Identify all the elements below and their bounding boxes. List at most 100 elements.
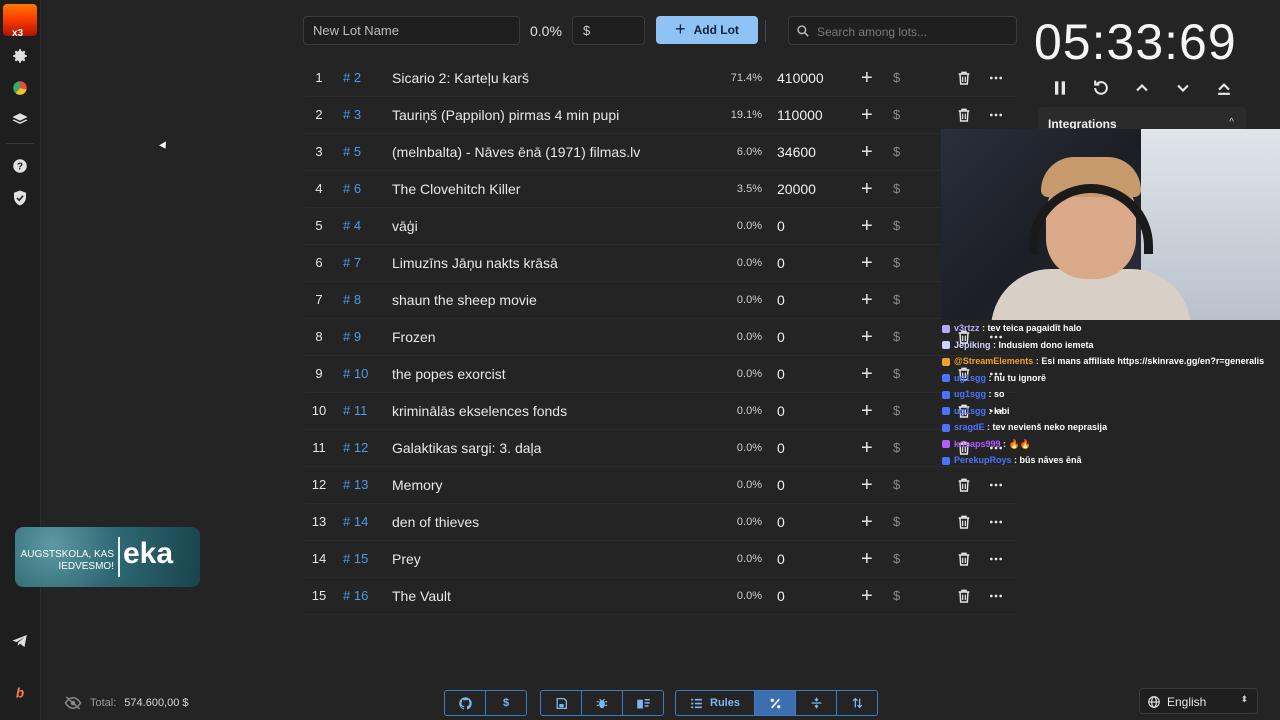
lot-id[interactable]: # 8 xyxy=(343,282,361,318)
donate-to-lot-button[interactable]: $ xyxy=(893,97,900,133)
language-select[interactable]: English ⬍ xyxy=(1139,688,1258,714)
add-amount-button[interactable]: + xyxy=(861,393,875,429)
more-options-icon[interactable] xyxy=(988,107,1004,123)
lot-name[interactable]: Limuzīns Jāņu nakts krāsā xyxy=(392,245,558,281)
lot-id[interactable]: # 7 xyxy=(343,245,361,281)
lot-amount[interactable]: 0 xyxy=(777,541,785,577)
lot-amount[interactable]: 34600 xyxy=(777,134,816,170)
add-amount-button[interactable]: + xyxy=(861,208,875,244)
donate-to-lot-button[interactable]: $ xyxy=(893,282,900,318)
eye-off-icon[interactable] xyxy=(64,696,82,710)
channel-logo[interactable]: x3 xyxy=(3,4,37,39)
lot-amount[interactable]: 20000 xyxy=(777,171,816,207)
lot-name[interactable]: Memory xyxy=(392,467,443,503)
add-amount-button[interactable]: + xyxy=(861,541,875,577)
lot-id[interactable]: # 14 xyxy=(343,504,368,540)
donate-to-lot-button[interactable]: $ xyxy=(893,208,900,244)
lot-id[interactable]: # 4 xyxy=(343,208,361,244)
lot-amount[interactable]: 0 xyxy=(777,245,785,281)
donate-button[interactable]: $ xyxy=(486,691,526,715)
sort-toggle[interactable] xyxy=(837,691,877,715)
lot-amount[interactable]: 0 xyxy=(777,578,785,614)
add-amount-button[interactable]: + xyxy=(861,134,875,170)
donate-to-lot-button[interactable]: $ xyxy=(893,319,900,355)
lot-id[interactable]: # 11 xyxy=(343,393,367,429)
lot-name[interactable]: Tauriņš (Pappilon) pirmas 4 min pupi xyxy=(392,97,619,133)
lot-amount[interactable]: 0 xyxy=(777,504,785,540)
lot-id[interactable]: # 16 xyxy=(343,578,368,614)
lot-id[interactable]: # 10 xyxy=(343,356,368,392)
donate-to-lot-button[interactable]: $ xyxy=(893,467,900,503)
new-lot-amount-input[interactable] xyxy=(572,16,645,45)
lot-name[interactable]: the popes exorcist xyxy=(392,356,506,392)
more-options-icon[interactable] xyxy=(988,477,1004,493)
clear-lots-button[interactable] xyxy=(623,691,663,715)
donate-to-lot-button[interactable]: $ xyxy=(893,541,900,577)
lot-amount[interactable]: 0 xyxy=(777,393,785,429)
lot-id[interactable]: # 12 xyxy=(343,430,368,466)
promo-banner[interactable]: AUGSTSKOLA, KAS IEDVESMO! eka xyxy=(15,527,200,587)
trash-icon[interactable] xyxy=(956,588,972,604)
more-options-icon[interactable] xyxy=(988,70,1004,86)
trash-icon[interactable] xyxy=(956,514,972,530)
lot-id[interactable]: # 15 xyxy=(343,541,368,577)
collapse-up-icon[interactable] xyxy=(1214,78,1234,98)
save-button[interactable] xyxy=(541,691,582,715)
lot-name[interactable]: Galaktikas sargi: 3. daļa xyxy=(392,430,541,466)
search-box[interactable] xyxy=(788,16,1017,46)
add-amount-button[interactable]: + xyxy=(861,60,875,96)
add-amount-button[interactable]: + xyxy=(861,97,875,133)
add-lot-button[interactable]: + Add Lot xyxy=(656,16,758,44)
help-icon[interactable]: ? xyxy=(11,157,29,175)
donate-to-lot-button[interactable]: $ xyxy=(893,134,900,170)
brand-b-icon[interactable]: b xyxy=(11,684,29,702)
lot-name[interactable]: Frozen xyxy=(392,319,436,355)
chevron-up-icon[interactable] xyxy=(1132,78,1152,98)
trash-icon[interactable] xyxy=(956,551,972,567)
chevron-down-icon[interactable] xyxy=(1173,78,1193,98)
trash-icon[interactable] xyxy=(956,70,972,86)
telegram-icon[interactable] xyxy=(11,632,29,650)
reset-icon[interactable] xyxy=(1091,78,1111,98)
add-amount-button[interactable]: + xyxy=(861,282,875,318)
report-bug-button[interactable] xyxy=(582,691,623,715)
donate-to-lot-button[interactable]: $ xyxy=(893,393,900,429)
percent-toggle[interactable] xyxy=(755,691,796,715)
donate-to-lot-button[interactable]: $ xyxy=(893,245,900,281)
donate-to-lot-button[interactable]: $ xyxy=(893,171,900,207)
pause-icon[interactable] xyxy=(1050,78,1070,98)
lot-amount[interactable]: 0 xyxy=(777,208,785,244)
add-amount-button[interactable]: + xyxy=(861,467,875,503)
lot-name[interactable]: The Clovehitch Killer xyxy=(392,171,520,207)
github-button[interactable] xyxy=(445,691,486,715)
lot-name[interactable]: Prey xyxy=(392,541,421,577)
lot-id[interactable]: # 13 xyxy=(343,467,368,503)
pie-chart-icon[interactable] xyxy=(11,79,29,97)
add-amount-button[interactable]: + xyxy=(861,319,875,355)
donate-to-lot-button[interactable]: $ xyxy=(893,578,900,614)
lot-name[interactable]: vāģi xyxy=(392,208,418,244)
add-amount-button[interactable]: + xyxy=(861,504,875,540)
lot-id[interactable]: # 2 xyxy=(343,60,361,96)
lot-name[interactable]: den of thieves xyxy=(392,504,479,540)
trash-icon[interactable] xyxy=(956,107,972,123)
lot-name[interactable]: Sicario 2: Karteļu karš xyxy=(392,60,529,96)
donate-to-lot-button[interactable]: $ xyxy=(893,504,900,540)
donate-to-lot-button[interactable]: $ xyxy=(893,60,900,96)
more-options-icon[interactable] xyxy=(988,588,1004,604)
more-options-icon[interactable] xyxy=(988,514,1004,530)
add-amount-button[interactable]: + xyxy=(861,171,875,207)
lot-amount[interactable]: 110000 xyxy=(777,97,823,133)
lot-amount[interactable]: 410000 xyxy=(777,60,824,96)
lot-name[interactable]: (melnbalta) - Nāves ēnā (1971) filmas.lv xyxy=(392,134,640,170)
lot-id[interactable]: # 6 xyxy=(343,171,361,207)
shield-check-icon[interactable] xyxy=(11,189,29,207)
split-toggle[interactable] xyxy=(796,691,837,715)
lot-amount[interactable]: 0 xyxy=(777,356,785,392)
lot-id[interactable]: # 9 xyxy=(343,319,361,355)
more-options-icon[interactable] xyxy=(988,551,1004,567)
lot-amount[interactable]: 0 xyxy=(777,282,785,318)
layers-icon[interactable] xyxy=(11,111,29,129)
lot-name[interactable]: kriminālās ekselences fonds xyxy=(392,393,567,429)
lot-amount[interactable]: 0 xyxy=(777,430,785,466)
